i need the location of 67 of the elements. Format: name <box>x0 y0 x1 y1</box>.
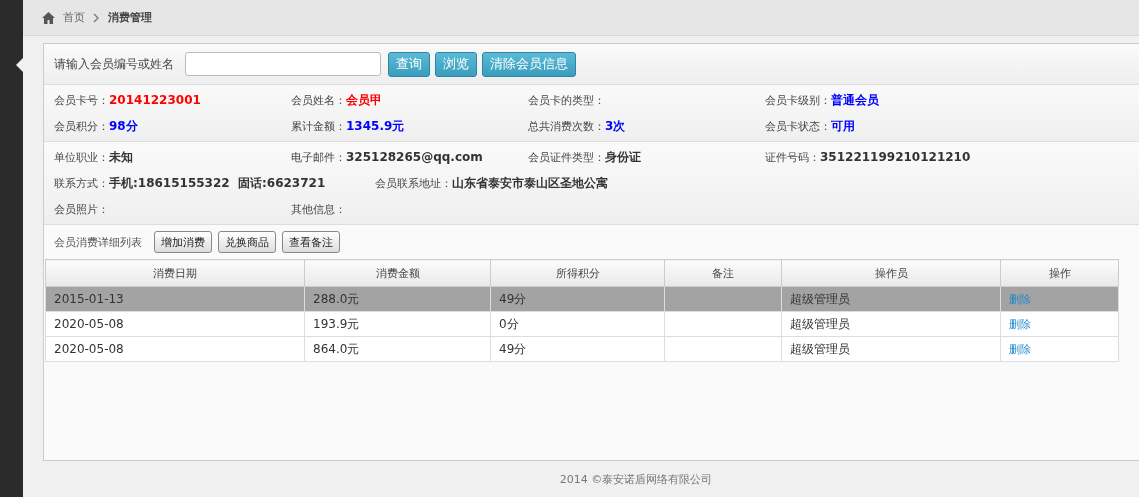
search-label: 请输入会员编号或姓名 <box>54 55 174 73</box>
column-header: 所得积分 <box>490 259 665 287</box>
pointer-icon <box>16 58 23 72</box>
toolbar-button[interactable]: 增加消费 <box>154 231 212 253</box>
field-value: 可用 <box>831 117 855 135</box>
table-row[interactable]: 2020-05-08 864.0元 49分 超级管理员 删除 <box>45 336 1119 362</box>
field-value: 未知 <box>109 148 133 166</box>
chevron-icon <box>93 12 100 23</box>
field-label: 会员联系地址： <box>375 175 453 191</box>
home-icon[interactable] <box>42 11 55 24</box>
action-button[interactable]: 浏览 <box>435 51 477 77</box>
toolbar-button[interactable]: 兑换商品 <box>218 231 276 253</box>
table-cell: 0分 <box>490 311 665 337</box>
table-cell: 超级管理员 <box>781 286 1001 312</box>
field-value: 325128265@qq.com <box>346 149 483 164</box>
table-cell: 49分 <box>490 286 665 312</box>
field-label: 单位职业： <box>54 149 109 165</box>
field-value: 山东省泰安市泰山区圣地公寓 <box>452 174 609 192</box>
table-cell: 超级管理员 <box>781 311 1001 337</box>
field-label: 会员证件类型： <box>528 149 605 165</box>
column-header: 操作员 <box>781 259 1001 287</box>
field-value: 20141223001 <box>109 92 201 107</box>
breadcrumb-current: 消费管理 <box>108 10 152 25</box>
field-label: 累计金额： <box>291 118 346 134</box>
table-cell: 2020-05-08 <box>45 311 305 337</box>
field-label: 会员卡号： <box>54 92 109 108</box>
table-row[interactable]: 2015-01-13 288.0元 49分 超级管理员 删除 <box>45 286 1119 312</box>
toolbar-button[interactable]: 查看备注 <box>282 231 340 253</box>
column-header: 操作 <box>1000 259 1119 287</box>
field-value: 1345.9元 <box>346 117 405 135</box>
breadcrumb-link[interactable]: 首页 <box>63 10 85 25</box>
field-value: 3次 <box>605 117 626 135</box>
column-header: 消费金额 <box>304 259 491 287</box>
search-field[interactable] <box>185 52 381 76</box>
field-value: 会员甲 <box>346 91 382 109</box>
field-label: 证件号码： <box>765 149 820 165</box>
action-button[interactable]: 清除会员信息 <box>482 51 576 77</box>
field-label: 会员积分： <box>54 118 109 134</box>
field-label: 会员卡状态： <box>765 118 831 134</box>
field-label: 其他信息： <box>291 201 346 217</box>
table-row[interactable]: 2020-05-08 193.9元 0分 超级管理员 删除 <box>45 311 1119 337</box>
field-label: 会员卡的类型： <box>528 92 605 108</box>
delete-link[interactable]: 删除 <box>1009 317 1031 331</box>
column-header: 消费日期 <box>45 259 305 287</box>
table-cell: 193.9元 <box>304 311 491 337</box>
field-label: 电子邮件： <box>291 149 346 165</box>
table-cell: 超级管理员 <box>781 336 1001 362</box>
list-title: 会员消费详细列表 <box>54 234 142 250</box>
field-value: 普通会员 <box>831 91 879 109</box>
field-value: 98分 <box>109 117 138 135</box>
footer-text: 2014 ©泰安诺盾网络有限公司 <box>558 471 714 488</box>
table-cell: 49分 <box>490 336 665 362</box>
table-cell: 864.0元 <box>304 336 491 362</box>
field-value: 手机:18615155322 固话:6623721 <box>109 174 326 192</box>
table-cell: 288.0元 <box>304 286 491 312</box>
delete-link[interactable]: 删除 <box>1009 342 1031 356</box>
field-label: 会员照片： <box>54 201 109 217</box>
field-label: 总共消费次数： <box>528 118 605 134</box>
column-header: 备注 <box>664 259 782 287</box>
field-value: 351221199210121210 <box>820 149 971 164</box>
field-label: 会员卡级别： <box>765 92 831 108</box>
field-label: 联系方式： <box>54 175 109 191</box>
field-label: 会员姓名： <box>291 92 346 108</box>
table-cell: 2015-01-13 <box>45 286 305 312</box>
action-button[interactable]: 查询 <box>388 51 430 77</box>
table-cell: 2020-05-08 <box>45 336 305 362</box>
field-value: 身份证 <box>605 148 641 166</box>
